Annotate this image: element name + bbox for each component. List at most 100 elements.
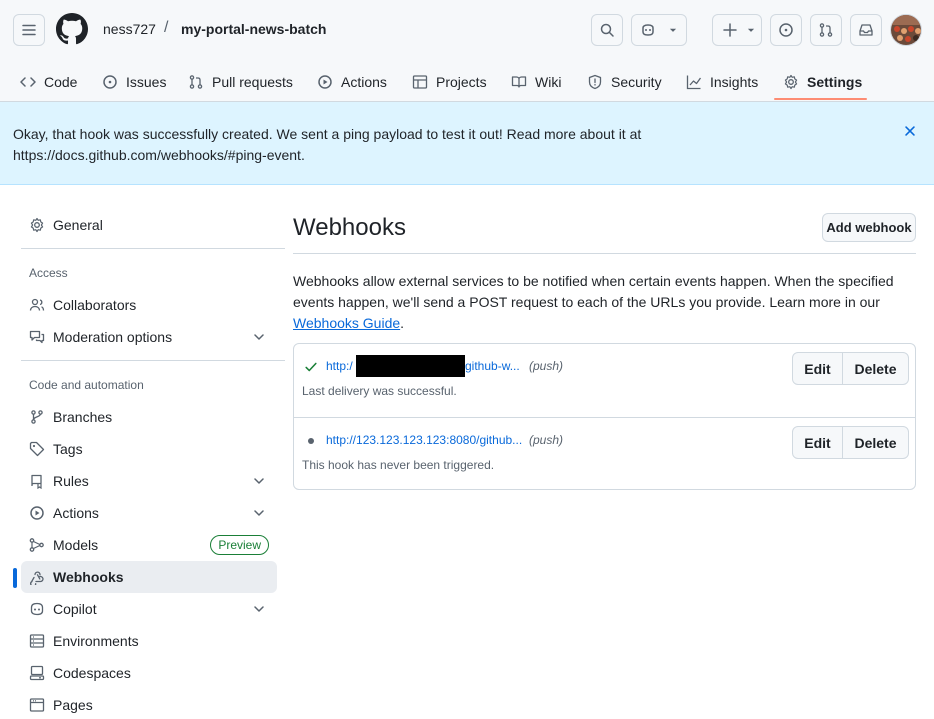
sidebar-item-general[interactable]: General bbox=[21, 209, 277, 241]
sidebar-item-codespaces[interactable]: Codespaces bbox=[21, 657, 277, 689]
sidebar-item-branches[interactable]: Branches bbox=[21, 401, 277, 433]
add-webhook-button[interactable]: Add webhook bbox=[822, 213, 916, 242]
issues-button[interactable] bbox=[770, 14, 802, 46]
issue-opened-icon bbox=[779, 23, 793, 37]
sidebar-divider bbox=[21, 248, 285, 249]
sidebar-item-moderation[interactable]: Moderation options bbox=[21, 321, 277, 353]
chevron-down-icon bbox=[254, 334, 264, 340]
sidebar-item-actions[interactable]: Actions bbox=[21, 497, 277, 529]
tab-label: Wiki bbox=[535, 74, 562, 90]
breadcrumb-separator: / bbox=[164, 19, 169, 36]
menu-button[interactable] bbox=[13, 14, 45, 46]
webhook-icon bbox=[30, 571, 44, 585]
ai-model-icon bbox=[29, 538, 44, 552]
tab-label: Code bbox=[44, 74, 78, 90]
tab-label: Projects bbox=[436, 74, 487, 90]
tab-label: Pull requests bbox=[212, 74, 293, 90]
inbox-button[interactable] bbox=[850, 14, 882, 46]
copilot-icon bbox=[30, 602, 44, 616]
page-title: Webhooks bbox=[293, 214, 406, 241]
tab-issues[interactable]: Issues bbox=[102, 62, 166, 102]
issue-opened-icon bbox=[103, 75, 117, 89]
breadcrumb-owner[interactable]: ness727 bbox=[103, 21, 156, 37]
edit-button[interactable]: Edit bbox=[793, 427, 843, 458]
webhook-row: http://123.123.123.123:8080/github... (p… bbox=[294, 417, 915, 490]
search-button[interactable] bbox=[591, 14, 623, 46]
sidebar-item-label: Webhooks bbox=[53, 569, 124, 585]
github-logo-icon[interactable] bbox=[56, 13, 88, 45]
webhooks-guide-link[interactable]: Webhooks Guide bbox=[293, 315, 400, 331]
flash-close-button[interactable] bbox=[900, 121, 920, 141]
create-new-button[interactable] bbox=[712, 14, 762, 46]
webhook-status bbox=[303, 433, 319, 449]
active-tab-indicator bbox=[774, 98, 867, 100]
tab-insights[interactable]: Insights bbox=[686, 62, 758, 102]
plus-icon bbox=[723, 23, 737, 37]
graph-icon bbox=[686, 75, 702, 90]
webhook-url[interactable]: http://123.123.123.123:8080/github... bbox=[326, 433, 522, 447]
search-icon bbox=[600, 23, 614, 37]
tab-actions[interactable]: Actions bbox=[317, 62, 387, 102]
sidebar-active-indicator bbox=[13, 568, 17, 588]
sidebar-item-rules[interactable]: Rules bbox=[21, 465, 277, 497]
tab-settings[interactable]: Settings bbox=[783, 62, 862, 102]
pull-requests-button[interactable] bbox=[810, 14, 842, 46]
delete-button[interactable]: Delete bbox=[843, 353, 908, 384]
gear-icon bbox=[30, 217, 44, 233]
sidebar-item-collaborators[interactable]: Collaborators bbox=[21, 289, 277, 321]
sidebar-item-webhooks[interactable]: Webhooks bbox=[21, 561, 277, 593]
dot-icon bbox=[308, 438, 314, 444]
tab-wiki[interactable]: Wiki bbox=[511, 62, 561, 102]
sidebar-heading-access: Access bbox=[29, 266, 68, 280]
flash-banner: Okay, that hook was successfully created… bbox=[0, 102, 934, 185]
tab-pull-requests[interactable]: Pull requests bbox=[188, 62, 293, 102]
sidebar-item-label: Copilot bbox=[53, 601, 97, 617]
people-icon bbox=[29, 298, 45, 311]
copilot-button[interactable] bbox=[631, 14, 687, 46]
breadcrumb-repo[interactable]: my-portal-news-batch bbox=[181, 21, 326, 37]
edit-button[interactable]: Edit bbox=[793, 353, 843, 384]
avatar-image-icon bbox=[891, 15, 921, 45]
tab-label: Actions bbox=[341, 74, 387, 90]
triangle-down-icon bbox=[669, 28, 677, 32]
tab-label: Security bbox=[611, 74, 662, 90]
sidebar-item-label: Collaborators bbox=[53, 297, 137, 313]
sidebar-item-label: Environments bbox=[53, 633, 139, 649]
sidebar-item-label: Codespaces bbox=[53, 665, 131, 681]
shield-icon bbox=[588, 74, 602, 90]
sidebar-item-models[interactable]: Models Preview bbox=[21, 529, 277, 561]
intro-text: Webhooks allow external services to be n… bbox=[293, 273, 894, 310]
check-icon bbox=[305, 362, 317, 372]
webhook-delivery-status: Last delivery was successful. bbox=[302, 384, 457, 398]
webhook-url-prefix[interactable]: http:/ bbox=[326, 359, 353, 373]
sidebar-item-label: Rules bbox=[53, 473, 89, 489]
redaction-block bbox=[356, 355, 465, 377]
play-icon bbox=[30, 506, 44, 520]
chevron-down-icon bbox=[254, 510, 264, 516]
tab-code[interactable]: Code bbox=[20, 62, 77, 102]
avatar[interactable] bbox=[890, 14, 922, 46]
sidebar-item-label: Models bbox=[53, 537, 99, 553]
tab-label: Issues bbox=[126, 74, 167, 90]
tab-projects[interactable]: Projects bbox=[412, 62, 487, 102]
sidebar-item-label: Actions bbox=[53, 505, 99, 521]
tab-security[interactable]: Security bbox=[587, 62, 662, 102]
git-pull-request-icon bbox=[819, 23, 833, 37]
webhook-events: (push) bbox=[529, 433, 564, 447]
sidebar-item-pages[interactable]: Pages bbox=[21, 689, 277, 719]
repo-push-icon bbox=[31, 474, 42, 489]
sidebar-item-label: General bbox=[53, 217, 103, 233]
codespaces-icon bbox=[29, 665, 45, 681]
hamburger-icon bbox=[22, 24, 36, 36]
triangle-down-icon bbox=[747, 28, 755, 32]
webhook-events: (push) bbox=[529, 359, 564, 373]
tag-icon bbox=[29, 441, 45, 457]
delete-button[interactable]: Delete bbox=[843, 427, 908, 458]
sidebar-item-environments[interactable]: Environments bbox=[21, 625, 277, 657]
tab-label: Settings bbox=[807, 74, 863, 90]
sidebar-item-copilot[interactable]: Copilot bbox=[21, 593, 277, 625]
sidebar-item-label: Pages bbox=[53, 697, 93, 713]
webhook-url-suffix[interactable]: github-w... bbox=[465, 359, 520, 373]
chevron-down-icon bbox=[254, 606, 264, 612]
sidebar-item-tags[interactable]: Tags bbox=[21, 433, 277, 465]
